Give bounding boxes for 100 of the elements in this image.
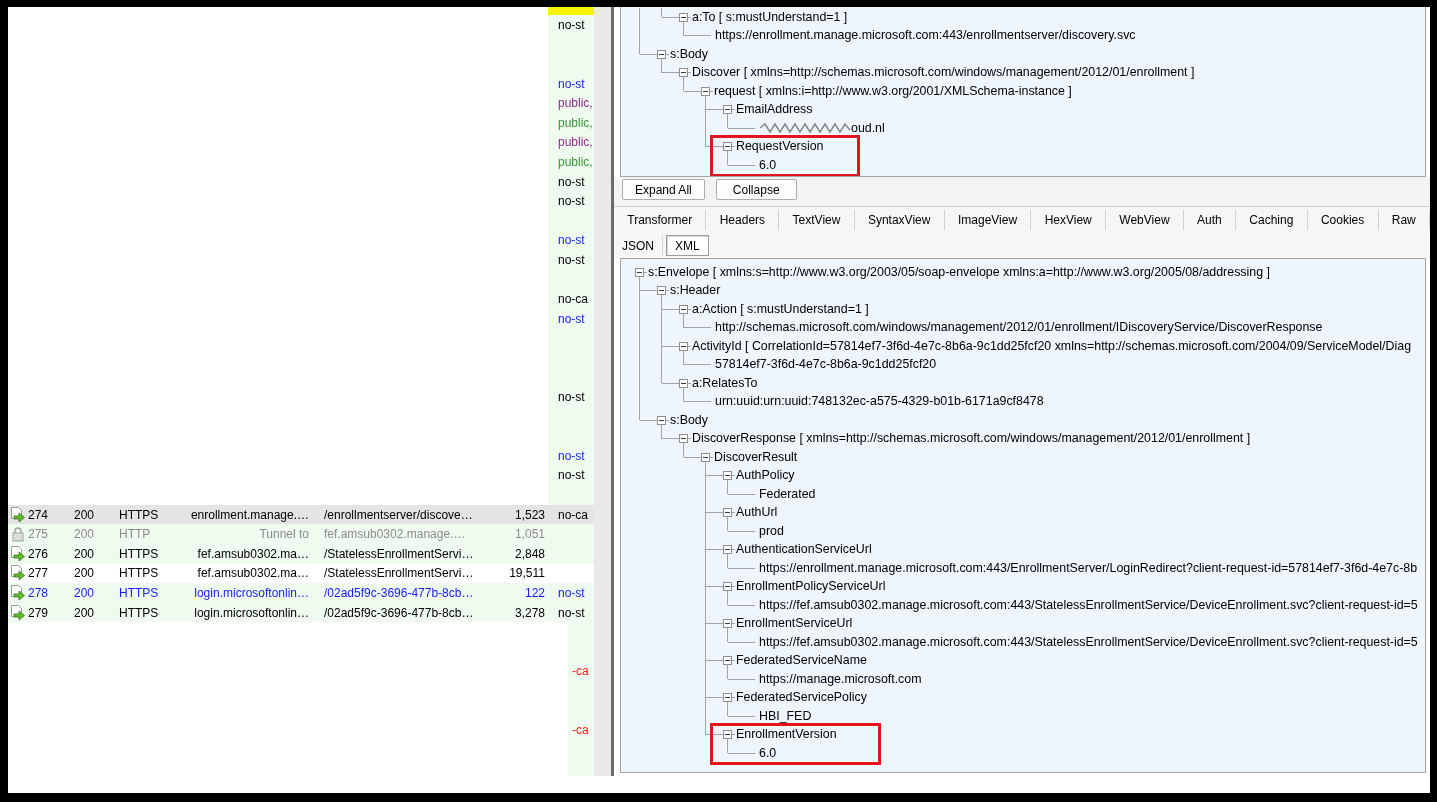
minus-box-icon[interactable] bbox=[723, 619, 732, 629]
xml-value-text[interactable]: 6.0 bbox=[759, 157, 777, 173]
session-row[interactable]: 278 200 HTTPS login.microsoftonlin… /02ad5f9c-3696-477b-8cb… 122 no-st bbox=[8, 583, 594, 603]
table-cell-text: Tunnel to bbox=[258, 526, 310, 544]
xml-element-label[interactable]: s:Header bbox=[670, 283, 721, 299]
minus-box-icon[interactable] bbox=[723, 693, 732, 703]
minus-box-icon[interactable] bbox=[679, 434, 688, 444]
xml-value-text[interactable]: https://enrollment.manage.microsoft.com:443/EnrollmentServer/LoginRedirect?client-request-id=57814ef7-3f6d-4e7c-8b bbox=[759, 560, 1418, 576]
minus-box-icon[interactable] bbox=[723, 508, 732, 518]
minus-box-icon[interactable] bbox=[679, 12, 688, 22]
xml-value-text[interactable]: https://fef.amsub0302.manage.microsoft.com:443/StatelessEnrollmentService/DeviceEnrollment.svc?client-request-id=5 bbox=[759, 634, 1418, 650]
table-cell-text: no-ca bbox=[557, 506, 590, 524]
xml-element-label[interactable]: AuthenticationServiceUrl bbox=[736, 542, 872, 558]
expand-all-button[interactable]: Expand All bbox=[622, 179, 705, 200]
xml-element-label[interactable]: AuthUrl bbox=[736, 505, 778, 521]
table-cell: no-st bbox=[548, 191, 594, 211]
xml-element-label[interactable]: AuthPolicy bbox=[736, 468, 795, 484]
tab[interactable]: ImageView bbox=[944, 210, 1032, 230]
table-cell: no-st bbox=[548, 171, 594, 192]
xml-element-label[interactable]: RequestVersion bbox=[736, 139, 824, 155]
xml-element-label[interactable]: EnrollmentServiceUrl bbox=[736, 616, 853, 632]
table-cell: no-st bbox=[548, 73, 594, 94]
minus-box-icon[interactable] bbox=[701, 86, 710, 96]
minus-box-icon[interactable] bbox=[723, 545, 732, 555]
session-row[interactable]: 274 200 HTTPS enrollment.manage.… /enrollmentserver/discove… 1,523 no-ca bbox=[8, 504, 594, 525]
tab[interactable]: WebView bbox=[1106, 210, 1184, 230]
xml-element-label[interactable]: s:Envelope [ xmlns:s=http://www.w3.org/2003/05/soap-envelope xmlns:a=http://www.w3.org/2005/08/addressing ] bbox=[648, 264, 1270, 280]
xml-value-text[interactable]: https://enrollment.manage.microsoft.com:443/enrollmentserver/discovery.svc bbox=[715, 28, 1136, 44]
table-cell-text: login.microsoftonlin… bbox=[193, 585, 310, 602]
minus-box-icon[interactable] bbox=[701, 452, 710, 462]
xml-element-label[interactable]: a:Action [ s:mustUnderstand=1 ] bbox=[692, 301, 869, 317]
xml-value-text[interactable]: urn:uuid:urn:uuid:748132ec-a575-4329-b01b-6171a9cf8478 bbox=[715, 394, 1044, 410]
table-cell-text: fef.amsub0302.ma… bbox=[196, 565, 310, 583]
minus-box-icon[interactable] bbox=[723, 105, 732, 115]
xml-element-label[interactable]: a:RelatesTo bbox=[692, 375, 758, 391]
table-cell-text: /enrollmentserver/discove… bbox=[323, 506, 474, 524]
table-cell-text: 2,848 bbox=[513, 545, 546, 563]
tab[interactable]: Cookies bbox=[1307, 210, 1379, 230]
xml-element-label[interactable]: DiscoverResponse [ xmlns=http://schemas.microsoft.com/windows/management/2012/01/enrollment ] bbox=[692, 431, 1251, 447]
minus-box-icon[interactable] bbox=[723, 471, 732, 481]
table-cell-text: /StatelessEnrollmentServi… bbox=[323, 565, 475, 583]
tab[interactable]: Caching bbox=[1236, 210, 1308, 230]
minus-box-icon[interactable] bbox=[635, 267, 644, 277]
table-cell-text: /02ad5f9c-3696-477b-8cb… bbox=[323, 585, 475, 602]
tab[interactable]: Transformer bbox=[614, 210, 707, 230]
minus-box-icon[interactable] bbox=[679, 68, 688, 78]
tab[interactable]: XML bbox=[666, 235, 709, 256]
tab[interactable]: SyntaxView bbox=[854, 210, 945, 230]
table-cell: no-st bbox=[548, 250, 594, 270]
xml-element-label[interactable]: FederatedServicePolicy bbox=[736, 690, 867, 706]
tab[interactable]: JSON bbox=[614, 236, 663, 255]
table-cell-text: 279 bbox=[28, 604, 50, 622]
xml-element-label[interactable]: ActivityId [ CorrelationId=57814ef7-3f6d-4e7c-8b6a-9c1dd25fcf20 xmlns=http://schemas.microsoft.com/2004/09/ServiceModel/Diag bbox=[692, 338, 1412, 354]
table-cell-text: 200 bbox=[73, 604, 96, 622]
minus-box-icon[interactable] bbox=[723, 582, 732, 592]
xml-value-text[interactable]: prod bbox=[759, 523, 784, 539]
minus-box-icon[interactable] bbox=[723, 656, 732, 666]
xml-element-label[interactable]: DiscoverResult bbox=[714, 449, 798, 465]
xml-element-label[interactable]: EmailAddress bbox=[736, 102, 813, 118]
xml-element-label[interactable]: EnrollmentPolicyServiceUrl bbox=[736, 579, 886, 595]
table-cell-text: 19,511 bbox=[508, 565, 546, 583]
session-row[interactable]: 276 200 HTTPS fef.amsub0302.ma… /StatelessEnrollmentServi… 2,848 bbox=[8, 544, 594, 564]
tab[interactable]: Headers bbox=[706, 210, 780, 230]
minus-box-icon[interactable] bbox=[679, 304, 688, 314]
xml-element-label[interactable]: a:To [ s:mustUnderstand=1 ] bbox=[692, 9, 848, 25]
xml-value-text[interactable]: https://manage.microsoft.com bbox=[759, 671, 922, 687]
xml-element-label[interactable]: s:Body bbox=[670, 46, 708, 62]
table-cell-text: enrollment.manage.… bbox=[189, 506, 310, 524]
tab[interactable]: Raw bbox=[1378, 210, 1430, 230]
scrollbar-track[interactable] bbox=[594, 7, 611, 776]
minus-box-icon[interactable] bbox=[657, 286, 666, 296]
table-cell: no-st bbox=[548, 230, 594, 251]
minus-box-icon[interactable] bbox=[679, 341, 688, 351]
xml-element-label[interactable]: s:Body bbox=[670, 412, 708, 428]
xml-value-text[interactable]: HBI_FED bbox=[759, 708, 812, 724]
minus-box-icon[interactable] bbox=[723, 730, 732, 740]
tab[interactable]: HexView bbox=[1031, 210, 1107, 230]
table-cell-text: 3,278 bbox=[513, 604, 546, 622]
xml-value-text[interactable]: oud.nl bbox=[851, 120, 885, 136]
tab[interactable]: TextView bbox=[779, 210, 855, 230]
collapse-button[interactable]: Collapse bbox=[715, 179, 797, 200]
xml-value-text[interactable]: 57814ef7-3f6d-4e7c-8b6a-9c1dd25fcf20 bbox=[715, 357, 937, 373]
xml-value-text[interactable]: https://fef.amsub0302.manage.microsoft.com:443/StatelessEnrollmentService/DeviceEnrollment.svc?client-request-id=5 bbox=[759, 597, 1418, 613]
document-arrow-icon bbox=[10, 506, 26, 523]
minus-box-icon[interactable] bbox=[657, 415, 666, 425]
table-cell-text: 200 bbox=[73, 565, 96, 583]
xml-element-label[interactable]: Discover [ xmlns=http://schemas.microsoft.com/windows/management/2012/01/enrollment ] bbox=[692, 65, 1195, 81]
xml-element-label[interactable]: FederatedServiceName bbox=[736, 653, 867, 669]
minus-box-icon[interactable] bbox=[679, 378, 688, 388]
table-cell-text: HTTPS bbox=[118, 545, 160, 563]
xml-value-text[interactable]: Federated bbox=[759, 486, 816, 502]
session-row[interactable]: 279 200 HTTPS login.microsoftonlin… /02ad5f9c-3696-477b-8cb… 3,278 no-st bbox=[8, 602, 594, 623]
table-cell-text: login.microsoftonlin… bbox=[193, 604, 310, 622]
xml-value-text[interactable]: 6.0 bbox=[759, 745, 777, 761]
minus-box-icon[interactable] bbox=[723, 142, 732, 152]
xml-value-text[interactable]: http://schemas.microsoft.com/windows/management/2012/01/enrollment/IDiscoveryService/DiscoverResponse bbox=[715, 320, 1323, 336]
xml-element-label[interactable]: EnrollmentVersion bbox=[736, 727, 837, 743]
tab[interactable]: Auth bbox=[1183, 210, 1237, 230]
xml-element-label[interactable]: request [ xmlns:i=http://www.w3.org/2001/XMLSchema-instance ] bbox=[714, 83, 1072, 99]
minus-box-icon[interactable] bbox=[657, 49, 666, 59]
